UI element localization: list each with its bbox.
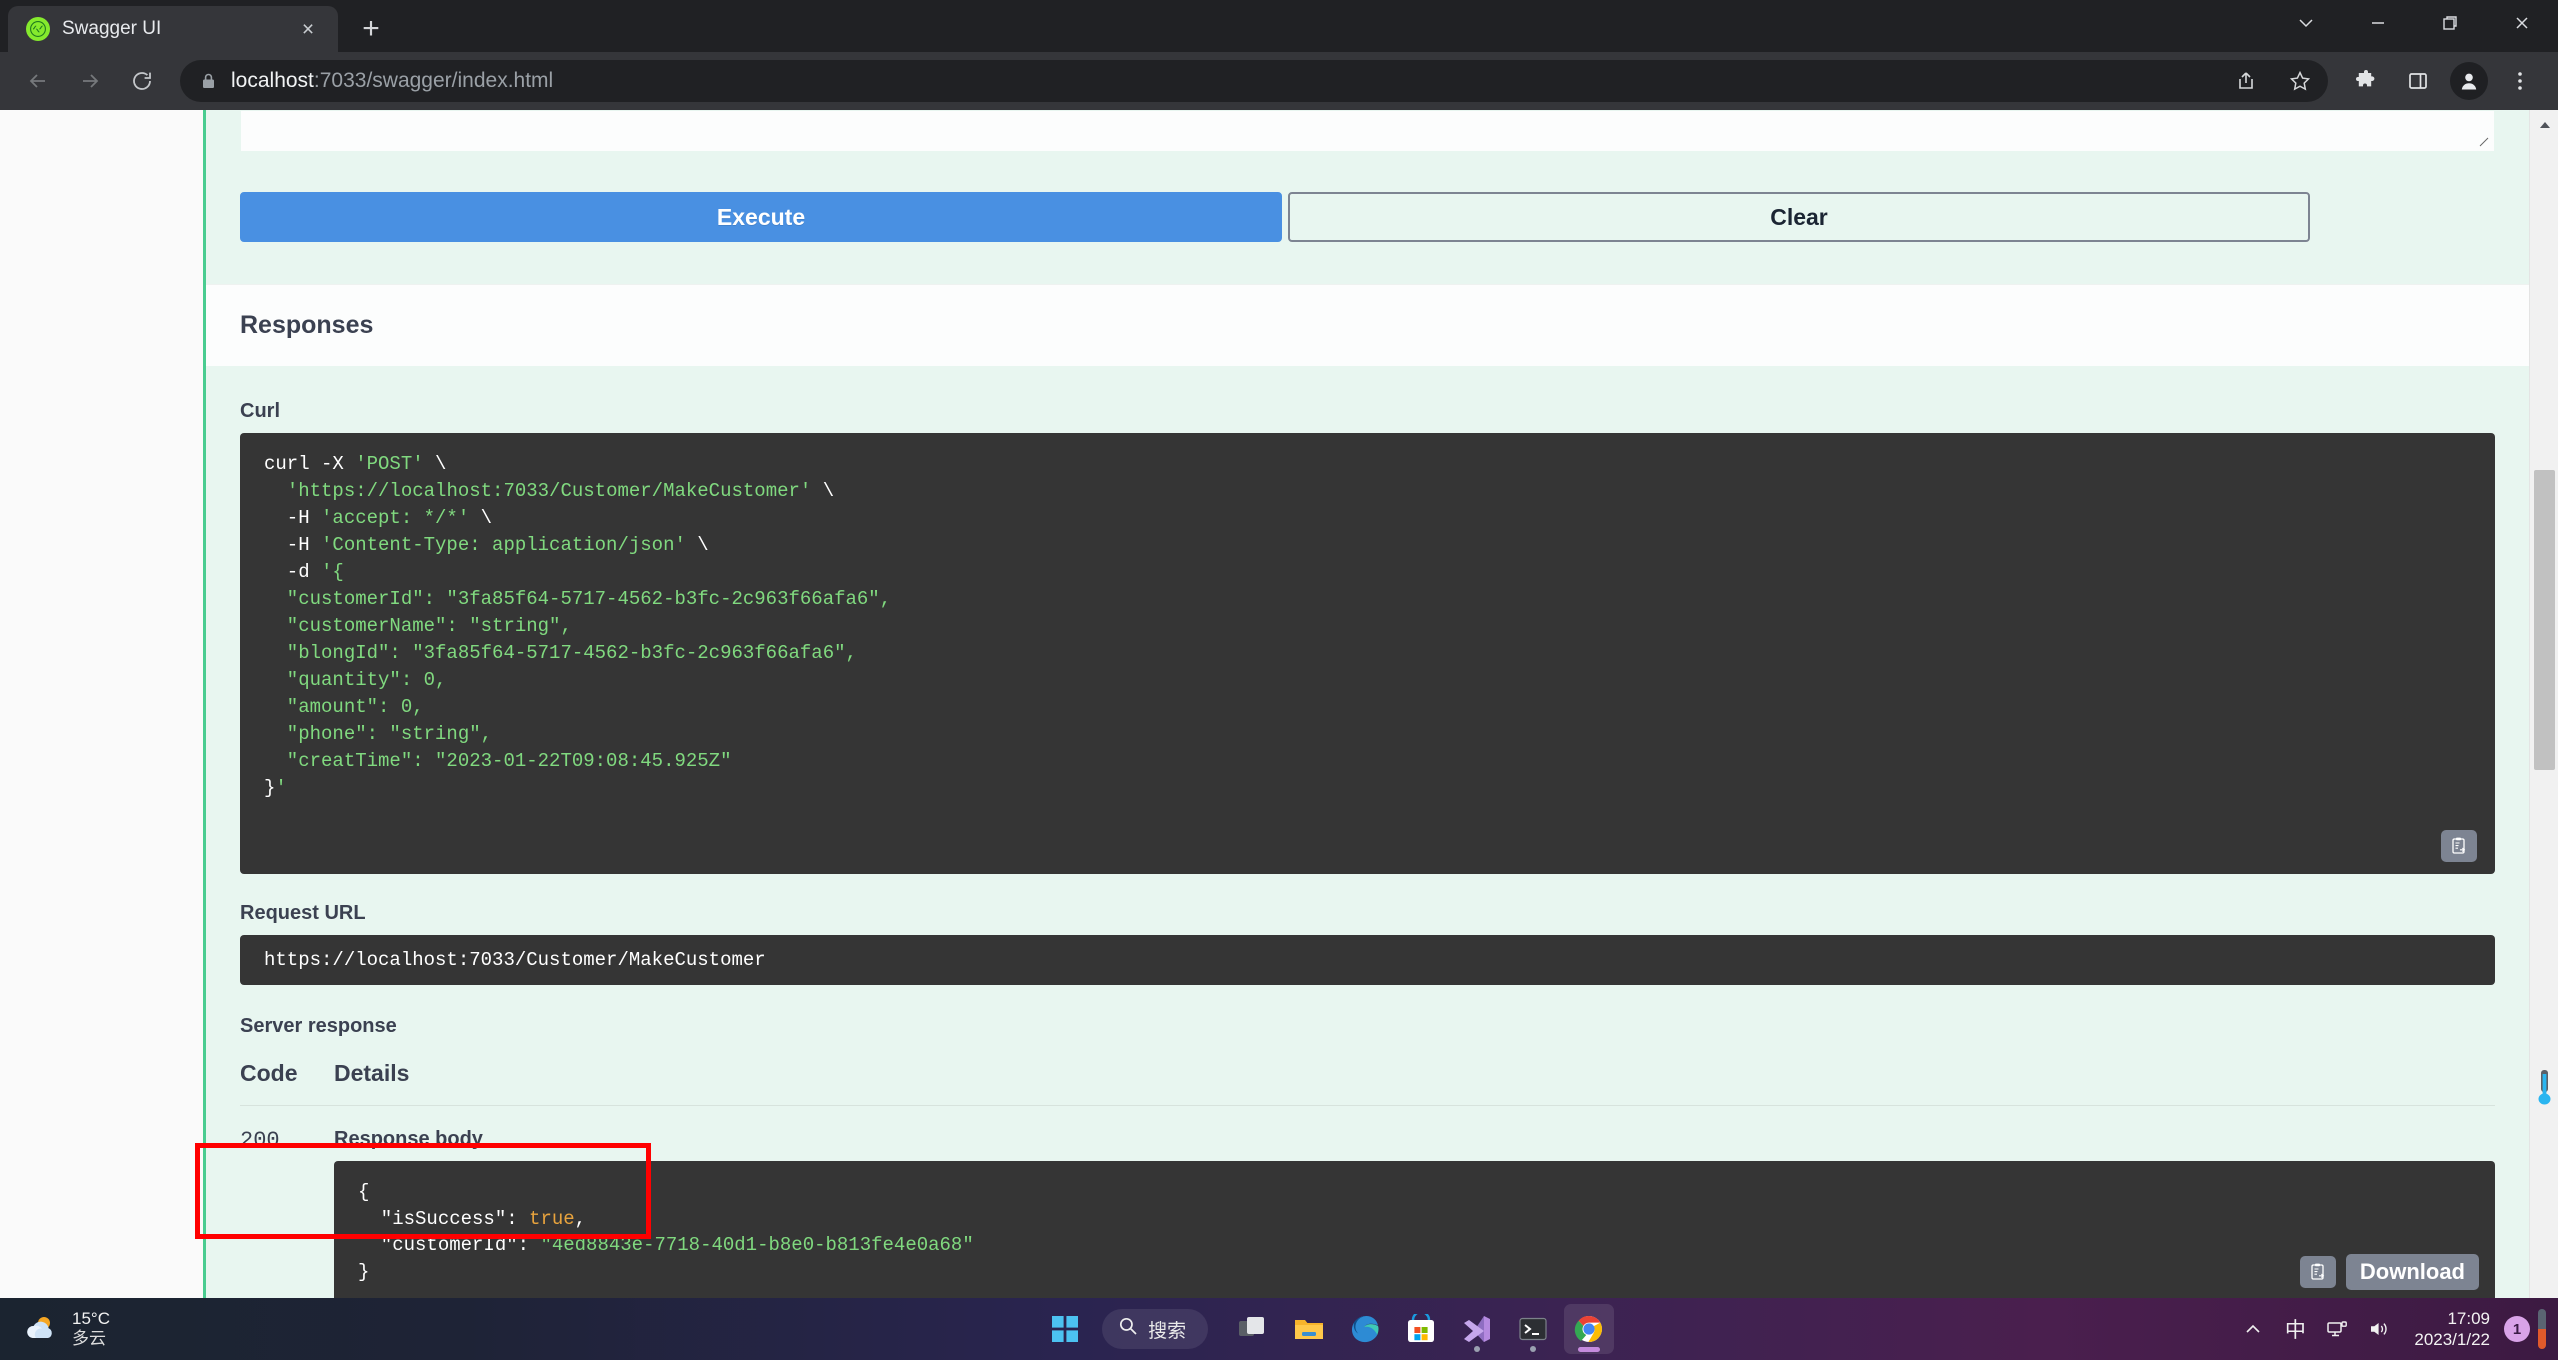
microsoft-store-icon[interactable] <box>1396 1304 1446 1354</box>
responses-header: Responses <box>206 284 2529 366</box>
response-body-label: Response body <box>334 1127 483 1150</box>
search-icon <box>1118 1316 1138 1342</box>
vertical-scrollbar[interactable] <box>2529 110 2558 1360</box>
browser-window: Swagger UI × + localhost:7033/swagger/in… <box>0 0 2558 1360</box>
taskbar-clock[interactable]: 17:09 2023/1/22 <box>2402 1308 2500 1351</box>
scroll-up-arrow-icon[interactable] <box>2530 110 2558 139</box>
server-response-label: Server response <box>240 1014 397 1037</box>
window-controls <box>2270 0 2558 46</box>
copy-to-clipboard-icon[interactable] <box>2299 1256 2336 1289</box>
request-body-textarea[interactable] <box>240 110 2495 152</box>
request-url-section: Request URL https://localhost:7033/Custo… <box>240 902 2495 985</box>
response-body-area: { "isSuccess": true, "customerId": "4ed8… <box>334 1160 2495 1305</box>
reload-icon[interactable] <box>118 57 166 105</box>
network-icon[interactable] <box>2318 1307 2356 1351</box>
action-button-row: Execute Clear <box>206 152 2529 284</box>
clock-time: 17:09 <box>2447 1308 2490 1328</box>
url-text: localhost:7033/swagger/index.html <box>231 69 2212 93</box>
download-button[interactable]: Download <box>2345 1254 2479 1291</box>
tab-strip: Swagger UI × + <box>0 0 2558 52</box>
response-body-actions: Download <box>2299 1254 2479 1291</box>
app-running-indicator <box>1530 1346 1537 1352</box>
taskbar-app-row: 搜索 <box>420 1304 2234 1354</box>
system-tray: 中 17:09 2023/1/22 1 <box>2234 1307 2558 1351</box>
clear-button[interactable]: Clear <box>1288 192 2310 242</box>
find-marker <box>2537 1070 2552 1115</box>
table-header-row: Code Details <box>240 1060 2495 1106</box>
taskbar-search-label: 搜索 <box>1148 1320 1187 1342</box>
scroll-thumb[interactable] <box>2534 470 2555 770</box>
url-host: localhost <box>231 69 314 92</box>
google-chrome-icon[interactable] <box>1564 1304 1615 1354</box>
weather-condition: 多云 <box>72 1329 106 1348</box>
column-header-details: Details <box>334 1059 410 1086</box>
star-icon[interactable] <box>2280 61 2320 101</box>
address-bar[interactable]: localhost:7033/swagger/index.html <box>180 60 2328 102</box>
volume-icon[interactable] <box>2360 1307 2398 1351</box>
weather-temperature: 15°C <box>72 1308 110 1328</box>
curl-code-block[interactable]: curl -X 'POST' \ 'https://localhost:7033… <box>240 433 2495 874</box>
edge-strip-indicator <box>2538 1309 2546 1349</box>
resize-handle-icon[interactable] <box>2478 136 2490 148</box>
response-body-section: Response body { "isSuccess": true, "cust… <box>334 1128 2495 1305</box>
browser-tab-swagger-ui[interactable]: Swagger UI × <box>8 6 338 52</box>
notification-badge[interactable]: 1 <box>2504 1316 2530 1342</box>
new-tab-button[interactable]: + <box>348 6 394 52</box>
column-header-code: Code <box>240 1059 298 1086</box>
app-running-indicator <box>1474 1346 1481 1352</box>
app-active-indicator <box>1578 1347 1601 1352</box>
execute-button[interactable]: Execute <box>240 192 1282 242</box>
responses-body: Curl curl -X 'POST' \ 'https://localhost… <box>206 366 2529 1360</box>
visual-studio-icon[interactable] <box>1452 1304 1502 1354</box>
responses-title: Responses <box>240 311 374 339</box>
lock-icon <box>200 72 217 90</box>
taskbar-search[interactable]: 搜索 <box>1102 1309 1209 1349</box>
file-explorer-icon[interactable] <box>1284 1304 1334 1354</box>
partly-cloudy-icon <box>22 1310 60 1348</box>
swagger-page: Execute Clear Responses Curl curl -X 'PO… <box>0 110 2529 1360</box>
avatar[interactable] <box>2450 62 2488 100</box>
microsoft-edge-icon[interactable] <box>1340 1304 1390 1354</box>
terminal-icon[interactable] <box>1508 1304 1558 1354</box>
chevron-down-icon[interactable] <box>2270 0 2342 46</box>
response-body-code-block[interactable]: { "isSuccess": true, "customerId": "4ed8… <box>334 1160 2495 1305</box>
url-path: :7033/swagger/index.html <box>313 69 554 92</box>
weather-text: 15°C 多云 <box>72 1309 110 1349</box>
maximize-icon[interactable] <box>2414 0 2486 46</box>
browser-toolbar: localhost:7033/swagger/index.html <box>0 52 2558 110</box>
tab-title: Swagger UI <box>62 18 162 39</box>
side-panel-icon[interactable] <box>2394 57 2442 105</box>
windows-taskbar: 15°C 多云 搜索 中 17:09 2023/1/22 1 <box>0 1298 2558 1360</box>
close-icon[interactable]: × <box>294 15 322 43</box>
request-url-value: https://localhost:7033/Customer/MakeCust… <box>240 934 2495 985</box>
three-dot-menu-icon[interactable] <box>2496 57 2544 105</box>
clock-date: 2023/1/22 <box>2414 1330 2490 1349</box>
swagger-logo-icon <box>26 17 50 41</box>
puzzle-icon[interactable] <box>2342 57 2390 105</box>
request-url-label: Request URL <box>240 901 366 924</box>
ime-indicator[interactable]: 中 <box>2276 1307 2314 1351</box>
minimize-icon[interactable] <box>2342 0 2414 46</box>
task-view-icon[interactable] <box>1228 1304 1278 1354</box>
try-it-out-section: Execute Clear <box>206 110 2529 284</box>
weather-widget[interactable]: 15°C 多云 <box>0 1309 420 1349</box>
forward-arrow-icon[interactable] <box>66 57 114 105</box>
page-viewport: Execute Clear Responses Curl curl -X 'PO… <box>0 110 2558 1360</box>
close-icon[interactable] <box>2486 0 2558 46</box>
windows-start-icon[interactable] <box>1040 1304 1090 1354</box>
share-icon[interactable] <box>2226 61 2266 101</box>
operation-block: Execute Clear Responses Curl curl -X 'PO… <box>203 110 2529 1360</box>
curl-label: Curl <box>240 400 280 422</box>
show-hidden-icons-icon[interactable] <box>2234 1307 2272 1351</box>
back-arrow-icon[interactable] <box>14 57 62 105</box>
copy-to-clipboard-icon[interactable] <box>2441 829 2477 862</box>
